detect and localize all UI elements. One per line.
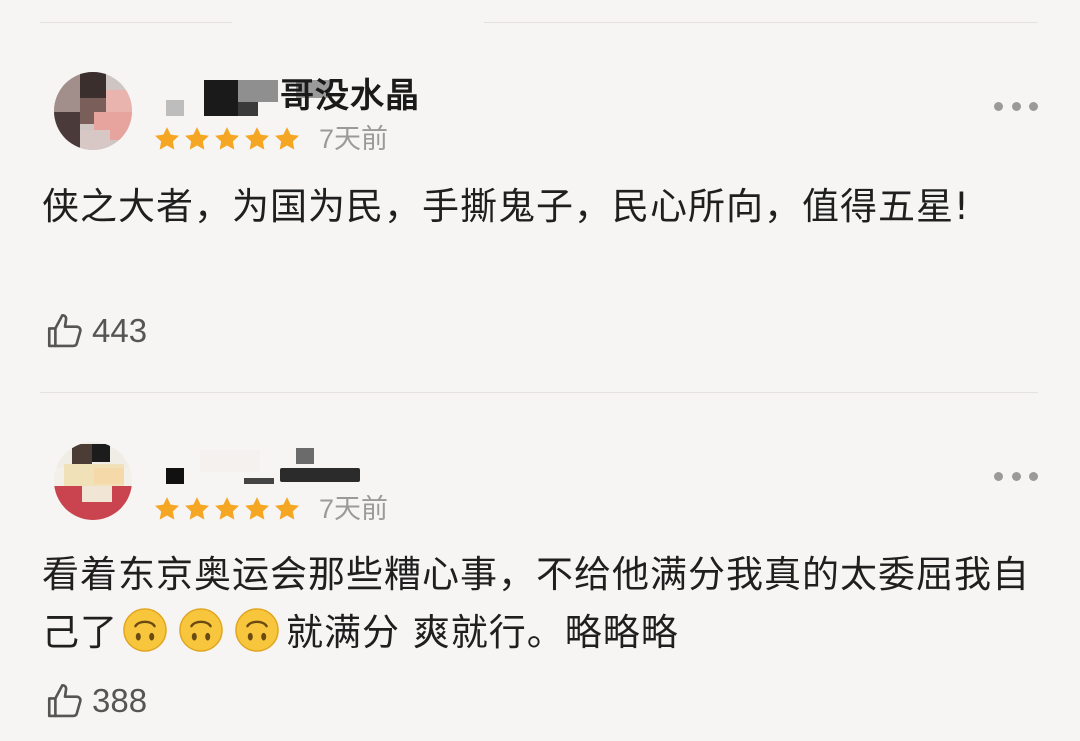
like-button[interactable]: 388	[44, 680, 147, 722]
review-item: 哥没水晶 7天前 侠之大者，为国为民，手撕鬼子，民心所向，值得五星! 443	[0, 66, 1080, 386]
star-icon	[245, 497, 269, 520]
avatar[interactable]	[54, 442, 132, 520]
review-time: 7天前	[319, 124, 389, 154]
like-count: 443	[92, 312, 148, 349]
review-content-part-2: 就满分 爽就行。略略略	[286, 611, 679, 654]
divider	[40, 22, 232, 23]
star-icon	[275, 497, 299, 520]
review-content: 看着东京奥运会那些糟心事，不给他满分我真的太委屈我自己了 就满分 爽就行。略略略	[42, 546, 1042, 662]
rating: 7天前	[153, 122, 388, 156]
star-icon	[245, 127, 269, 150]
star-icon	[215, 497, 239, 520]
more-icon-dot	[1011, 101, 1021, 111]
star-icon	[155, 127, 179, 150]
more-icon-dot	[1029, 101, 1038, 111]
star-icon	[275, 127, 299, 150]
upside-down-face-emoji-icon	[179, 608, 223, 652]
thumbs-up-icon	[47, 313, 82, 348]
like-count: 388	[92, 682, 148, 719]
review-time: 7天前	[319, 494, 389, 524]
rating: 7天前	[153, 492, 388, 526]
like-button[interactable]: 443	[44, 310, 147, 352]
star-rating	[153, 495, 301, 523]
thumbs-up-icon	[47, 683, 82, 718]
divider	[40, 392, 1038, 393]
more-icon	[994, 471, 1003, 481]
avatar[interactable]	[54, 72, 132, 150]
star-icon	[155, 497, 179, 520]
star-icon	[185, 127, 209, 150]
review-item: 7天前 看着东京奥运会那些糟心事，不给他满分我真的太委屈我自己了 就满分 爽就行。…	[0, 436, 1080, 736]
divider	[484, 22, 1038, 23]
username[interactable]	[160, 444, 860, 488]
upside-down-face-emoji-icon	[235, 608, 279, 652]
review-content: 侠之大者，为国为民，手撕鬼子，民心所向，值得五星!	[42, 185, 970, 228]
username[interactable]: 哥没水晶	[160, 74, 860, 118]
star-icon	[215, 127, 239, 150]
upside-down-face-emoji-icon	[123, 608, 167, 652]
more-options-button[interactable]	[994, 464, 1038, 488]
more-options-button[interactable]	[994, 94, 1038, 118]
star-icon	[185, 497, 209, 520]
star-rating	[153, 125, 301, 153]
username-text: 哥没水晶	[280, 76, 420, 116]
more-icon-dot	[1029, 471, 1038, 481]
more-icon-dot	[1011, 471, 1021, 481]
more-icon	[994, 101, 1003, 111]
